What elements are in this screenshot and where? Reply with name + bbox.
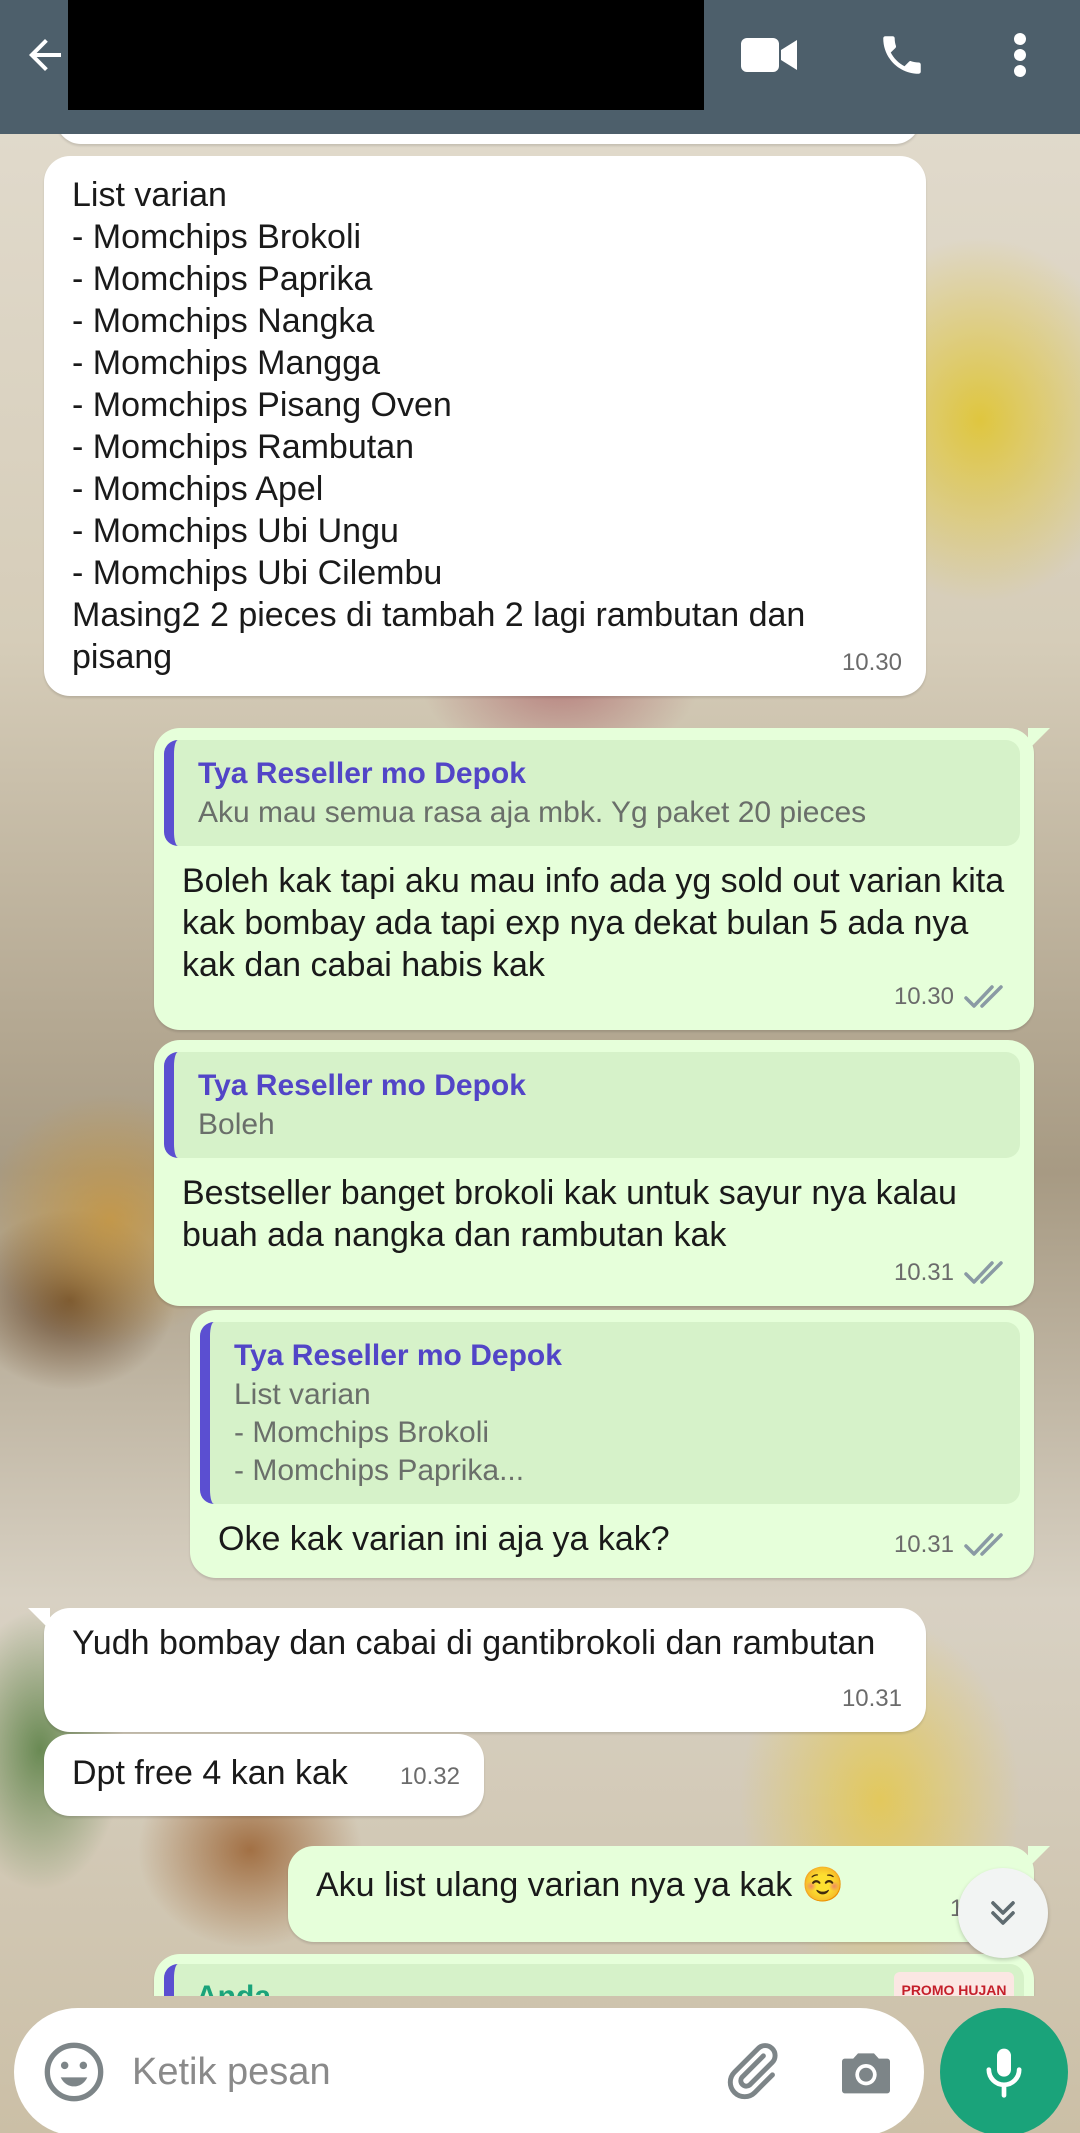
double-check-icon	[964, 1533, 1003, 1556]
reply-quote[interactable]: Tya Reseller mo Depok List varian - Momc…	[200, 1322, 1020, 1504]
message-time: 10.31	[893, 1259, 954, 1286]
reply-quote[interactable]: Tya Reseller mo Depok Aku mau semua rasa…	[164, 740, 1020, 846]
message-time: 10.31	[841, 1685, 902, 1712]
message-bubble-outgoing[interactable]: Tya Reseller mo Depok List varian - Momc…	[190, 1310, 1034, 1578]
video-camera-icon	[741, 38, 797, 72]
quote-author: Anda	[196, 1976, 271, 1996]
scroll-to-bottom-button[interactable]	[958, 1868, 1048, 1958]
more-options-button[interactable]	[990, 0, 1050, 110]
quote-text: Boleh	[198, 1108, 275, 1141]
double-check-icon	[964, 1261, 1003, 1284]
quote-author: Tya Reseller mo Depok	[234, 1339, 562, 1372]
emoji-icon	[44, 2042, 104, 2102]
message-input[interactable]	[132, 2042, 692, 2102]
message-bubble-outgoing[interactable]: Tya Reseller mo Depok Aku mau semua rasa…	[154, 728, 1050, 1030]
attach-button[interactable]	[718, 2038, 784, 2104]
quote-thumbnail: PROMO HUJAN DISKON	[894, 1972, 1014, 1996]
phone-icon	[883, 36, 921, 74]
message-time: 10.30	[893, 983, 954, 1010]
double-check-icon	[964, 985, 1003, 1008]
message-bubble-incoming[interactable]: Dpt free 4 kan kak 10.32	[44, 1734, 484, 1816]
message-meta: 10.31	[894, 1524, 1010, 1566]
chat-header	[0, 0, 1080, 134]
message-text: Dpt free 4 kan kak	[72, 1754, 348, 1792]
quote-author: Tya Reseller mo Depok	[198, 1069, 526, 1102]
message-text: List varian - Momchips Brokoli - Momchip…	[72, 176, 806, 676]
message-meta: 10.31	[842, 1678, 902, 1720]
message-text: Yudh bombay dan cabai di gantibrokoli da…	[72, 1624, 876, 1662]
quote-author: Tya Reseller mo Depok	[198, 757, 526, 790]
message-meta: 10.32	[400, 1756, 460, 1798]
message-meta: 10.30	[842, 642, 902, 684]
voice-record-button[interactable]	[940, 2008, 1068, 2133]
more-vertical-icon	[1014, 33, 1026, 77]
video-call-button[interactable]	[730, 0, 810, 110]
contact-name-redacted[interactable]	[68, 0, 704, 110]
message-bubble-outgoing[interactable]: Tya Reseller mo Depok Boleh Bestseller b…	[154, 1040, 1034, 1306]
message-time: 10.30	[841, 649, 902, 676]
camera-button[interactable]	[834, 2040, 898, 2104]
message-bubble-outgoing[interactable]: Aku list ulang varian nya ya kak ☺️ 10.3…	[288, 1846, 1050, 1942]
thumbnail-text: PROMO HUJAN DISKON	[901, 1982, 1007, 1996]
voice-call-button[interactable]	[862, 0, 942, 110]
chat-messages[interactable]: List varian - Momchips Brokoli - Momchip…	[0, 134, 1080, 1996]
message-bubble-partial[interactable]	[56, 134, 920, 144]
double-chevron-down-icon	[991, 1901, 1015, 1925]
arrow-left-icon	[29, 39, 61, 71]
reply-quote[interactable]: Anda PROMO HUJAN DISKON	[164, 1964, 1024, 1996]
message-text: Oke kak varian ini aja ya kak?	[218, 1520, 670, 1558]
quote-text: List varian - Momchips Brokoli - Momchip…	[234, 1378, 525, 1487]
message-time: 10.32	[399, 1763, 460, 1790]
message-text: Boleh kak tapi aku mau info ada yg sold …	[182, 862, 1014, 984]
message-time: 10.31	[893, 1531, 954, 1558]
camera-icon	[842, 2053, 890, 2094]
message-text: Bestseller banget brokoli kak untuk sayu…	[182, 1174, 967, 1254]
message-meta: 10.30	[894, 976, 1010, 1018]
emoji-button[interactable]	[42, 2040, 106, 2104]
message-meta: 10.31	[894, 1252, 1010, 1294]
message-bubble-incoming[interactable]: List varian - Momchips Brokoli - Momchip…	[44, 156, 926, 696]
message-text: Aku list ulang varian nya ya kak ☺️	[316, 1866, 845, 1904]
message-bubble-incoming[interactable]: Yudh bombay dan cabai di gantibrokoli da…	[28, 1608, 926, 1732]
quote-text: Aku mau semua rasa aja mbk. Yg paket 20 …	[198, 796, 867, 829]
message-bubble-outgoing-partial[interactable]: Anda PROMO HUJAN DISKON	[154, 1954, 1034, 1996]
reply-quote[interactable]: Tya Reseller mo Depok Boleh	[164, 1052, 1020, 1158]
message-input-bar	[14, 2008, 924, 2133]
microphone-icon	[986, 2048, 1022, 2098]
paperclip-icon	[727, 2043, 778, 2100]
